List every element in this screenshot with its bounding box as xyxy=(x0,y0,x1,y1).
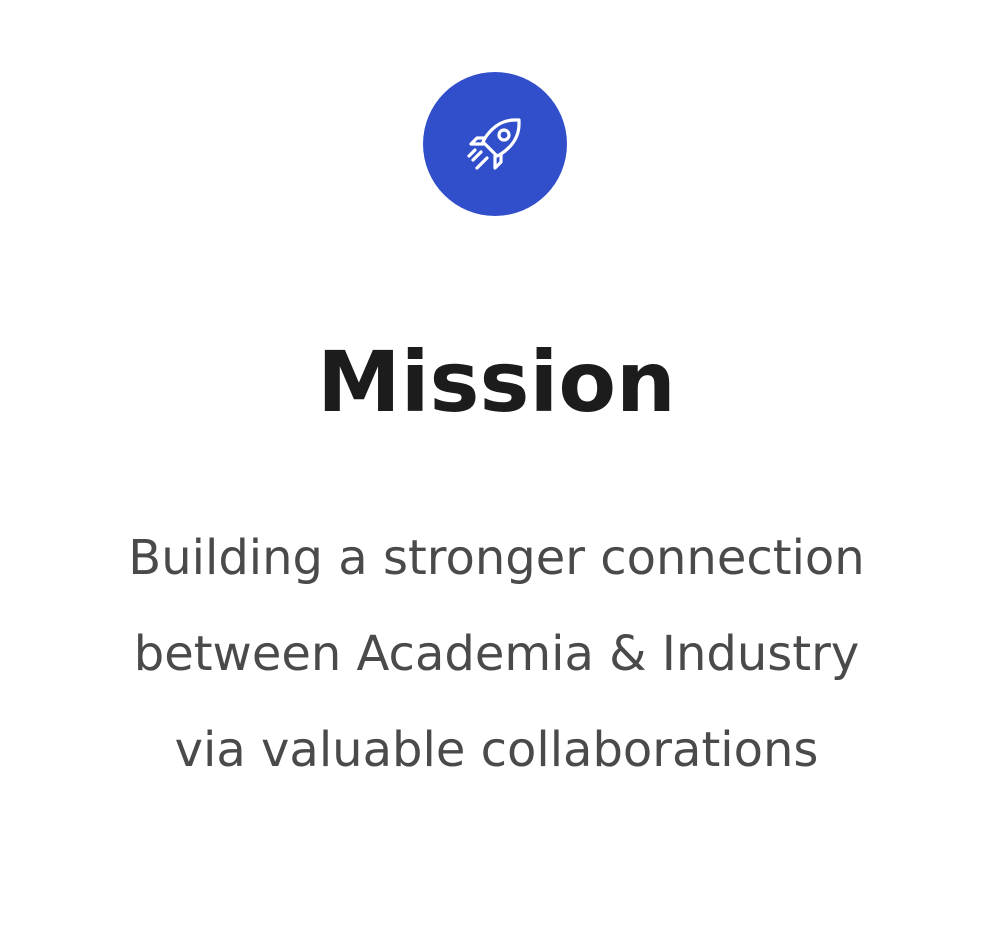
card-title: Mission xyxy=(317,333,676,431)
description-line: Building a stronger connection xyxy=(128,530,865,586)
rocket-icon xyxy=(467,118,521,170)
mission-card: Mission Building a stronger connection b… xyxy=(0,0,993,933)
card-description: Building a stronger connection between A… xyxy=(60,510,933,798)
description-line: between Academia & Industry xyxy=(133,626,860,682)
rocket-icon-badge xyxy=(423,72,567,216)
description-line: via valuable collaborations xyxy=(174,722,819,778)
